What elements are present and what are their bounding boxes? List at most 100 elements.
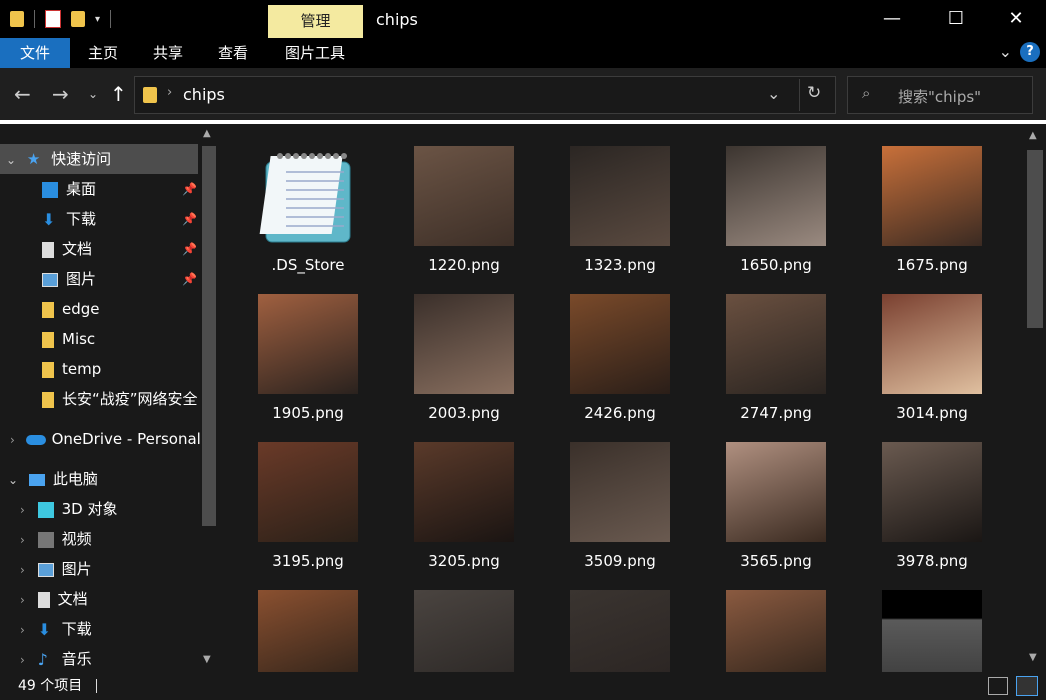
download-icon: ⬇ (37, 619, 51, 639)
chevron-right-icon[interactable]: › (20, 593, 25, 607)
sidebar-item-label: 此电脑 (52, 470, 98, 488)
pin-icon[interactable]: 📌 (182, 182, 197, 196)
expand-ribbon-icon[interactable]: ⌄ (999, 42, 1012, 61)
sidebar-item-downloads-pc[interactable]: › ⬇ 下载 (20, 614, 92, 644)
image-thumbnail (726, 294, 826, 394)
new-folder-icon[interactable] (71, 11, 85, 27)
file-tile[interactable]: 1905.png (238, 294, 378, 422)
sidebar-item-documents-pc[interactable]: › 文档 (20, 584, 88, 614)
help-button[interactable]: ? (1020, 42, 1040, 62)
file-name: 1905.png (272, 404, 344, 422)
chevron-down-icon[interactable]: ⌄ (6, 153, 16, 167)
file-tile[interactable]: 1675.png (862, 146, 1002, 274)
file-tile[interactable]: 2747.png (706, 294, 846, 422)
file-tile[interactable]: 3978.png (862, 442, 1002, 570)
scroll-down-icon[interactable]: ▼ (1029, 652, 1037, 663)
file-tile[interactable]: .DS_Store (238, 146, 378, 274)
chevron-right-icon[interactable]: › (20, 533, 25, 547)
image-thumbnail (570, 442, 670, 542)
tab-home[interactable]: 主页 (70, 38, 136, 68)
file-tile[interactable]: 3195.png (238, 442, 378, 570)
pin-icon[interactable]: 📌 (182, 272, 197, 286)
sidebar-item-edge[interactable]: edge (42, 294, 100, 324)
file-tile[interactable] (862, 590, 1002, 672)
file-name: 1675.png (896, 256, 968, 274)
document-icon (42, 241, 54, 258)
file-tile[interactable]: 2426.png (550, 294, 690, 422)
tab-view[interactable]: 查看 (200, 38, 266, 68)
search-input[interactable]: ⌕ 搜索"chips" (847, 76, 1033, 114)
large-icons-view-icon[interactable] (1016, 676, 1038, 696)
chevron-right-icon[interactable]: › (20, 503, 25, 517)
up-arrow-icon[interactable]: ↑ (110, 82, 127, 106)
refresh-icon[interactable]: ↻ (807, 83, 821, 103)
content-scrollbar-thumb[interactable] (1027, 150, 1043, 328)
file-tile[interactable]: 3205.png (394, 442, 534, 570)
folder-icon (143, 87, 157, 103)
sidebar-item-temp[interactable]: temp (42, 354, 101, 384)
close-button[interactable]: ✕ (996, 6, 1036, 32)
image-thumbnail (258, 294, 358, 394)
sidebar-item-pictures[interactable]: 图片 (42, 264, 96, 294)
tab-picture-tools[interactable]: 图片工具 (272, 38, 358, 68)
chevron-right-icon[interactable]: › (20, 653, 25, 667)
pin-icon[interactable]: 📌 (182, 242, 197, 256)
nav-scrollbar-thumb[interactable] (202, 146, 216, 526)
file-tile[interactable]: 2003.png (394, 294, 534, 422)
chevron-right-icon[interactable]: › (10, 433, 15, 447)
computer-icon (28, 473, 45, 486)
sidebar-item-documents[interactable]: 文档 (42, 234, 92, 264)
file-tile[interactable] (394, 590, 534, 672)
breadcrumb-item[interactable]: chips (183, 85, 225, 104)
sidebar-item-quick-access[interactable]: ⌄ ★ 快速访问 (6, 144, 111, 174)
customize-toolbar-icon[interactable]: ▾ (95, 14, 100, 25)
file-tile[interactable]: 3014.png (862, 294, 1002, 422)
file-tile[interactable]: 1323.png (550, 146, 690, 274)
divider (96, 679, 97, 693)
maximize-button[interactable]: ☐ (936, 6, 976, 32)
scroll-up-icon[interactable]: ▲ (1029, 130, 1037, 141)
file-tile[interactable]: 3565.png (706, 442, 846, 570)
tab-share[interactable]: 共享 (136, 38, 200, 68)
forward-arrow-icon[interactable]: → (52, 82, 69, 106)
sidebar-item-desktop[interactable]: 桌面 (42, 174, 96, 204)
address-row: ← → ⌄ ↑ › chips ⌄ ↻ ⌕ 搜索"chips" (0, 68, 1046, 120)
file-tile[interactable] (550, 590, 690, 672)
sidebar-item-this-pc[interactable]: ⌄ 此电脑 (8, 464, 98, 494)
image-thumbnail (882, 294, 982, 394)
pin-icon[interactable]: 📌 (182, 212, 197, 226)
sidebar-item-videos[interactable]: › 视频 (20, 524, 92, 554)
address-bar[interactable]: › chips ⌄ ↻ (134, 76, 836, 114)
sidebar-item-downloads[interactable]: ⬇ 下载 (42, 204, 96, 234)
chevron-right-icon[interactable]: › (20, 563, 25, 577)
sidebar-item-onedrive[interactable]: › OneDrive - Personal (10, 424, 200, 454)
file-tile[interactable]: 1220.png (394, 146, 534, 274)
chevron-right-icon[interactable]: › (20, 623, 25, 637)
file-name: 1650.png (740, 256, 812, 274)
sidebar-item-music[interactable]: › ♪ 音乐 (20, 644, 92, 674)
breadcrumb-chevron-icon[interactable]: › (167, 85, 172, 100)
file-tile[interactable] (706, 590, 846, 672)
image-thumbnail (414, 294, 514, 394)
back-arrow-icon[interactable]: ← (14, 82, 31, 106)
file-tile[interactable]: 3509.png (550, 442, 690, 570)
address-dropdown-icon[interactable]: ⌄ (767, 84, 780, 103)
details-view-icon[interactable] (988, 677, 1008, 695)
sidebar-item-changan[interactable]: 长安“战疫”网络安全 (42, 384, 198, 414)
sidebar-item-label: OneDrive - Personal (51, 430, 200, 448)
recent-locations-icon[interactable]: ⌄ (88, 87, 98, 101)
scroll-up-icon[interactable]: ▲ (203, 128, 211, 139)
music-icon: ♪ (37, 649, 48, 669)
scroll-down-icon[interactable]: ▼ (203, 654, 211, 665)
folder-icon (10, 11, 24, 27)
sidebar-item-3d-objects[interactable]: › 3D 对象 (20, 494, 117, 524)
sidebar-item-misc[interactable]: Misc (42, 324, 95, 354)
properties-icon[interactable] (45, 10, 61, 28)
chevron-down-icon[interactable]: ⌄ (8, 473, 18, 487)
file-tile[interactable]: 1650.png (706, 146, 846, 274)
minimize-button[interactable]: — (872, 6, 912, 32)
sidebar-item-pictures-pc[interactable]: › 图片 (20, 554, 92, 584)
tab-manage[interactable]: 管理 (268, 5, 363, 38)
tab-file[interactable]: 文件 (0, 38, 70, 68)
file-tile[interactable] (238, 590, 378, 672)
